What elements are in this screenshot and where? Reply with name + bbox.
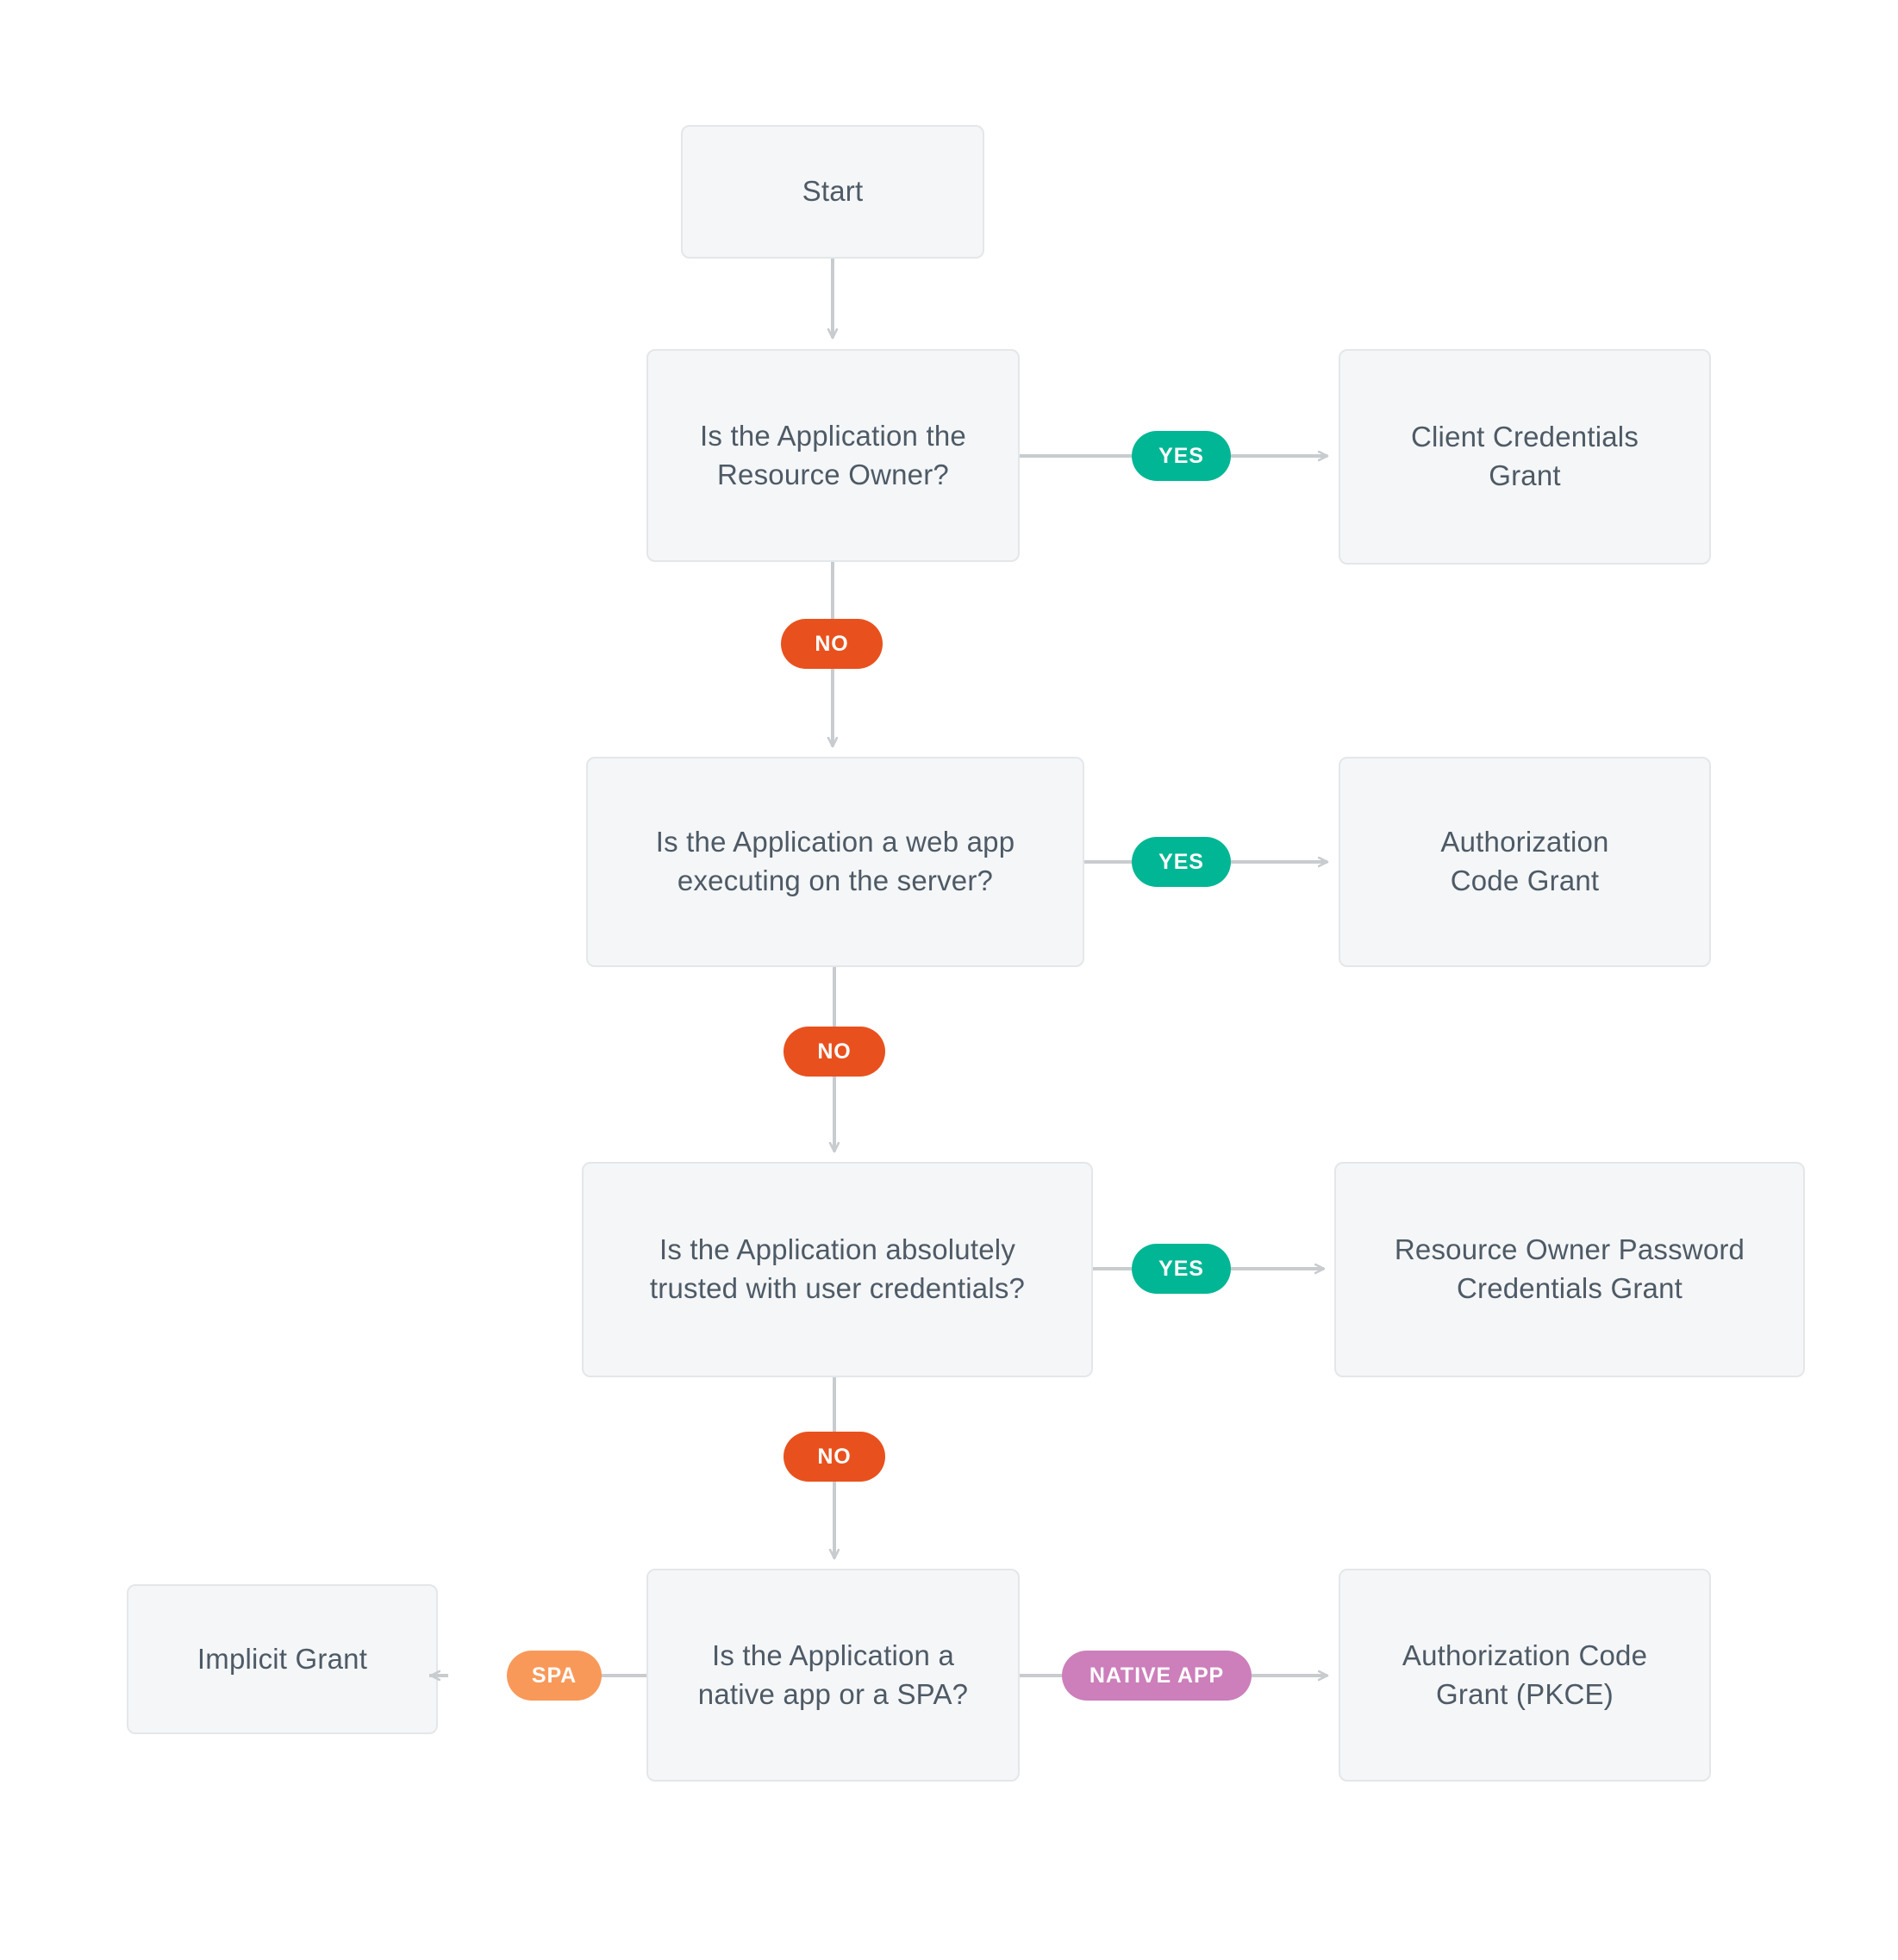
flowchart-canvas: Start Is the Application the Resource Ow… [0,0,1898,1960]
node-decision-3-label: Is the Application absolutely trusted wi… [649,1233,1026,1304]
edge-label-yes-1-text: YES [1158,443,1204,468]
node-decision-is-app-server-web-app[interactable]: Is the Application a web app executing o… [586,757,1084,967]
node-outcome-1-label: Client Credentials Grant [1410,421,1639,491]
node-start[interactable]: Start [681,125,984,259]
node-outcome-2-label: Authorization Code Grant [1440,826,1609,896]
edge-label-spa: SPA [507,1651,602,1701]
node-decision-is-app-trusted-with-credentials[interactable]: Is the Application absolutely trusted wi… [582,1162,1093,1377]
node-outcome-resource-owner-password-credentials-grant[interactable]: Resource Owner Password Credentials Gran… [1334,1162,1805,1377]
node-decision-2-label: Is the Application a web app executing o… [655,826,1015,896]
node-outcome-authorization-code-grant[interactable]: Authorization Code Grant [1339,757,1711,967]
edge-label-yes-1: YES [1132,431,1231,481]
node-outcome-4-right-label: Authorization Code Grant (PKCE) [1402,1639,1648,1710]
node-decision-1-label: Is the Application the Resource Owner? [700,419,966,490]
edge-label-no-2-text: NO [817,1039,852,1064]
node-outcome-client-credentials-grant[interactable]: Client Credentials Grant [1339,349,1711,565]
edge-label-no-1-text: NO [815,631,849,656]
edge-label-native-app: NATIVE APP [1062,1651,1252,1701]
node-outcome-implicit-grant[interactable]: Implicit Grant [127,1584,438,1734]
node-decision-is-app-resource-owner[interactable]: Is the Application the Resource Owner? [646,349,1020,562]
node-decision-is-app-native-or-spa[interactable]: Is the Application a native app or a SPA… [646,1569,1020,1782]
node-outcome-3-label: Resource Owner Password Credentials Gran… [1394,1233,1745,1304]
edge-label-spa-text: SPA [531,1663,578,1688]
edge-label-yes-2-text: YES [1158,849,1204,874]
edge-label-yes-3-text: YES [1158,1256,1204,1281]
edge-label-no-3: NO [784,1432,885,1482]
node-outcome-authorization-code-grant-pkce[interactable]: Authorization Code Grant (PKCE) [1339,1569,1711,1782]
edge-label-native-app-text: NATIVE APP [1089,1663,1225,1688]
node-outcome-4-left-label: Implicit Grant [197,1642,368,1675]
edge-label-no-1: NO [781,619,883,669]
node-decision-4-label: Is the Application a native app or a SPA… [697,1639,969,1710]
edge-label-no-3-text: NO [817,1444,852,1469]
edge-label-yes-3: YES [1132,1244,1231,1294]
node-start-label: Start [802,175,864,208]
edge-label-yes-2: YES [1132,837,1231,887]
edge-label-no-2: NO [784,1027,885,1077]
